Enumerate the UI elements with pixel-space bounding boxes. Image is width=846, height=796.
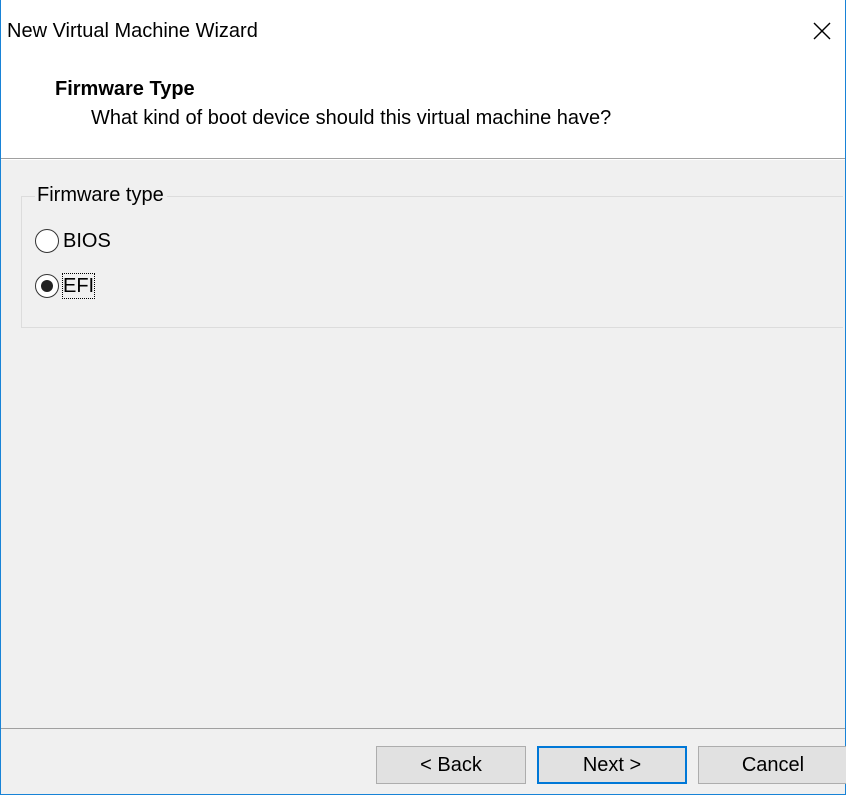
title-bar: New Virtual Machine Wizard <box>1 0 845 62</box>
wizard-footer: < Back Next > Cancel <box>1 729 846 794</box>
close-icon <box>813 22 831 40</box>
bios-radio-option[interactable]: BIOS <box>35 226 111 256</box>
wizard-header: Firmware Type What kind of boot device s… <box>1 62 845 160</box>
efi-radio-button[interactable] <box>35 274 59 298</box>
radio-selected-dot <box>41 280 53 292</box>
efi-radio-option[interactable]: EFI <box>35 271 96 301</box>
window-title: New Virtual Machine Wizard <box>7 20 258 42</box>
firmware-type-groupbox <box>21 196 843 328</box>
page-subtitle: What kind of boot device should this vir… <box>91 107 612 129</box>
close-button[interactable] <box>799 8 845 54</box>
next-button[interactable]: Next > <box>537 746 687 784</box>
efi-radio-label[interactable]: EFI <box>61 273 96 299</box>
wizard-content: Firmware type BIOS EFI <box>1 160 845 728</box>
cancel-button[interactable]: Cancel <box>698 746 846 784</box>
wizard-window: New Virtual Machine Wizard Firmware Type… <box>0 0 846 795</box>
bios-radio-button[interactable] <box>35 229 59 253</box>
firmware-type-legend: Firmware type <box>35 182 167 208</box>
page-title: Firmware Type <box>55 78 195 100</box>
back-button[interactable]: < Back <box>376 746 526 784</box>
bios-radio-label[interactable]: BIOS <box>63 229 111 253</box>
